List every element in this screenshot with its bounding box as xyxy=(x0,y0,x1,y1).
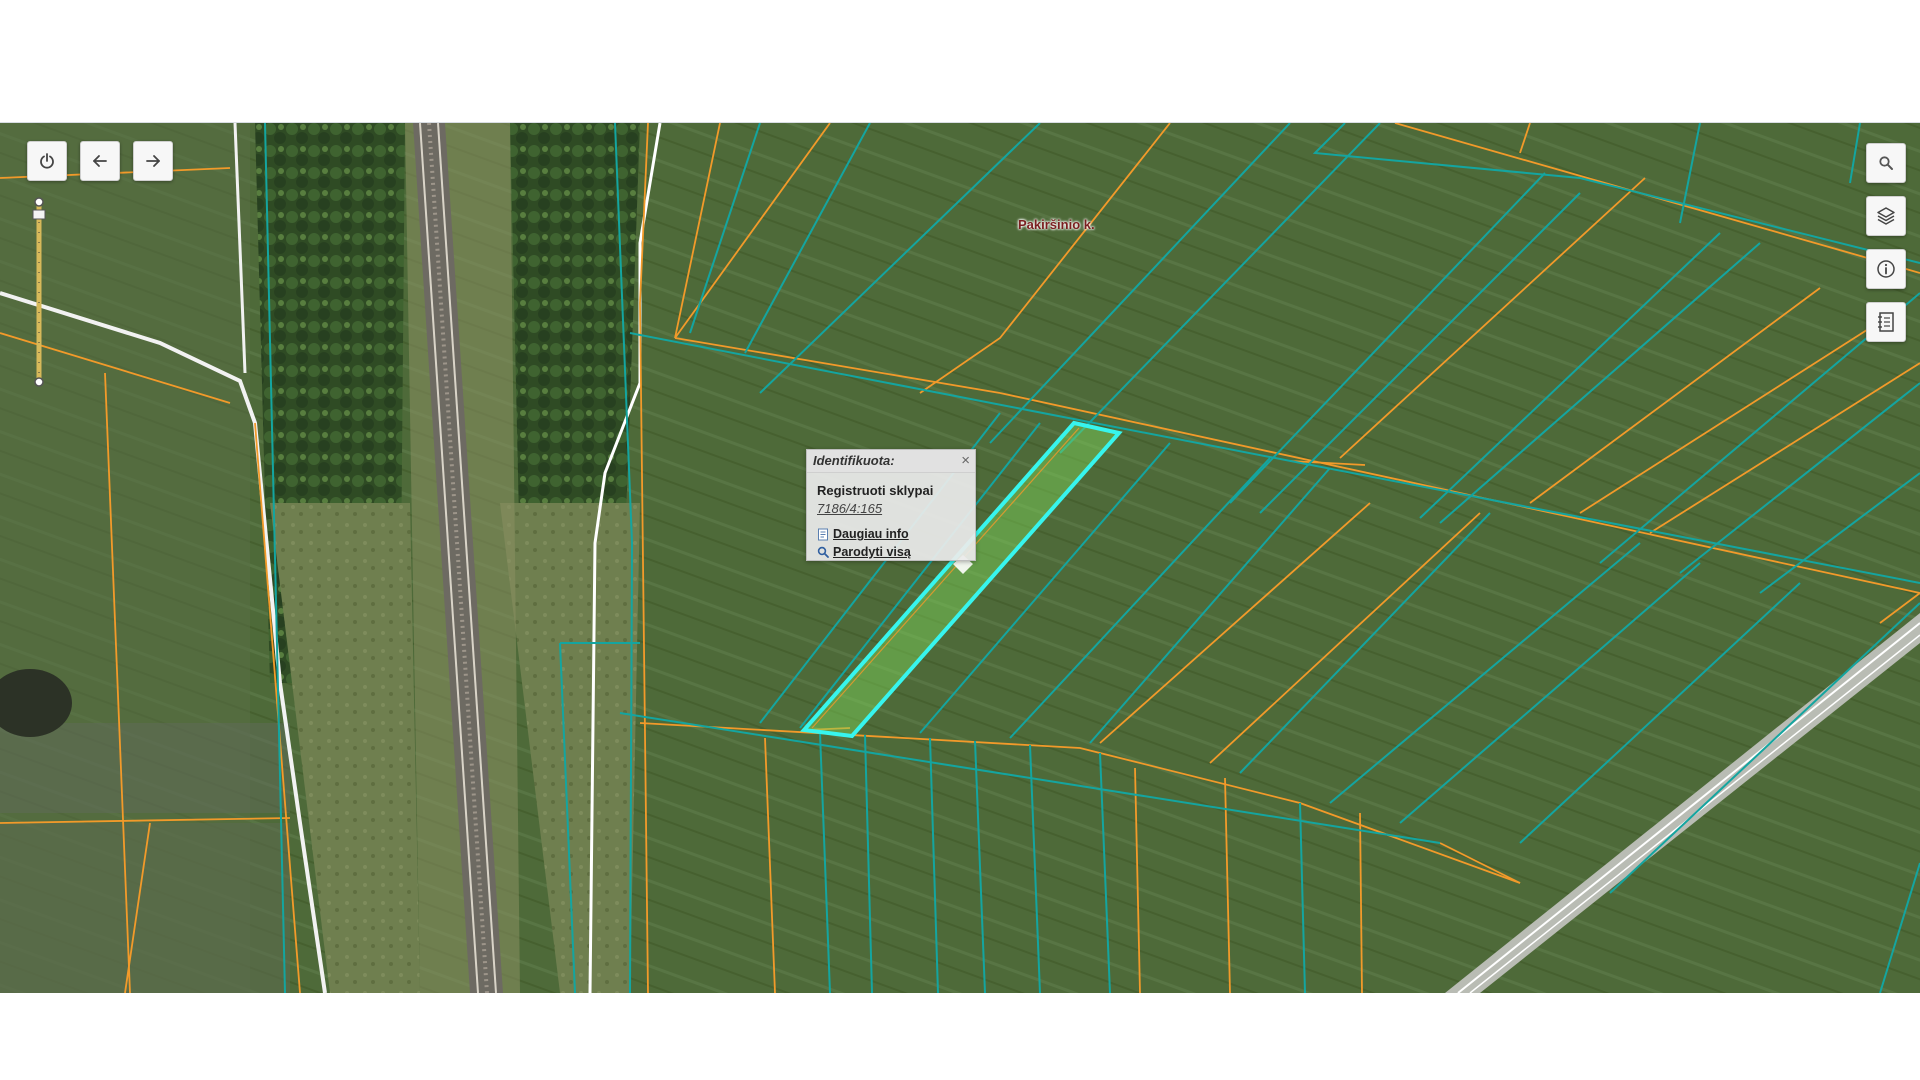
zoom-slider[interactable] xyxy=(30,196,48,388)
popup-close-button[interactable]: × xyxy=(961,452,970,469)
back-button[interactable] xyxy=(80,141,120,181)
power-button[interactable] xyxy=(27,141,67,181)
legend-button[interactable] xyxy=(1866,302,1906,342)
info-button[interactable] xyxy=(1866,249,1906,289)
info-icon xyxy=(1877,260,1895,278)
layers-icon xyxy=(1877,207,1895,225)
parcel-id-link[interactable]: 7186/4:165 xyxy=(817,501,882,516)
document-list-icon xyxy=(1878,312,1894,332)
popup-title: Identifikuota: xyxy=(807,450,975,473)
identify-popup: Identifikuota: × Registruoti sklypai 718… xyxy=(806,449,976,561)
popup-layer-name: Registruoti sklypai xyxy=(817,483,934,498)
arrow-left-icon xyxy=(93,155,107,167)
search-button[interactable] xyxy=(1866,143,1906,183)
more-info-label: Daugiau info xyxy=(833,527,909,541)
forward-button[interactable] xyxy=(133,141,173,181)
document-icon xyxy=(818,528,828,540)
layers-button[interactable] xyxy=(1866,196,1906,236)
show-all-link[interactable]: Parodyti visą xyxy=(817,545,911,559)
show-all-label: Parodyti visą xyxy=(833,545,911,559)
zoom-slider-handle xyxy=(32,209,46,220)
zoom-magnifier-icon xyxy=(817,546,829,558)
power-icon xyxy=(40,153,54,169)
place-name-label: Pakiršinio k. xyxy=(1018,217,1095,232)
more-info-link[interactable]: Daugiau info xyxy=(817,527,909,541)
search-icon xyxy=(1879,156,1893,170)
map-view[interactable]: Pakiršinio k. Identifikuota: × Registruo… xyxy=(0,122,1920,993)
arrow-right-icon xyxy=(146,155,160,167)
